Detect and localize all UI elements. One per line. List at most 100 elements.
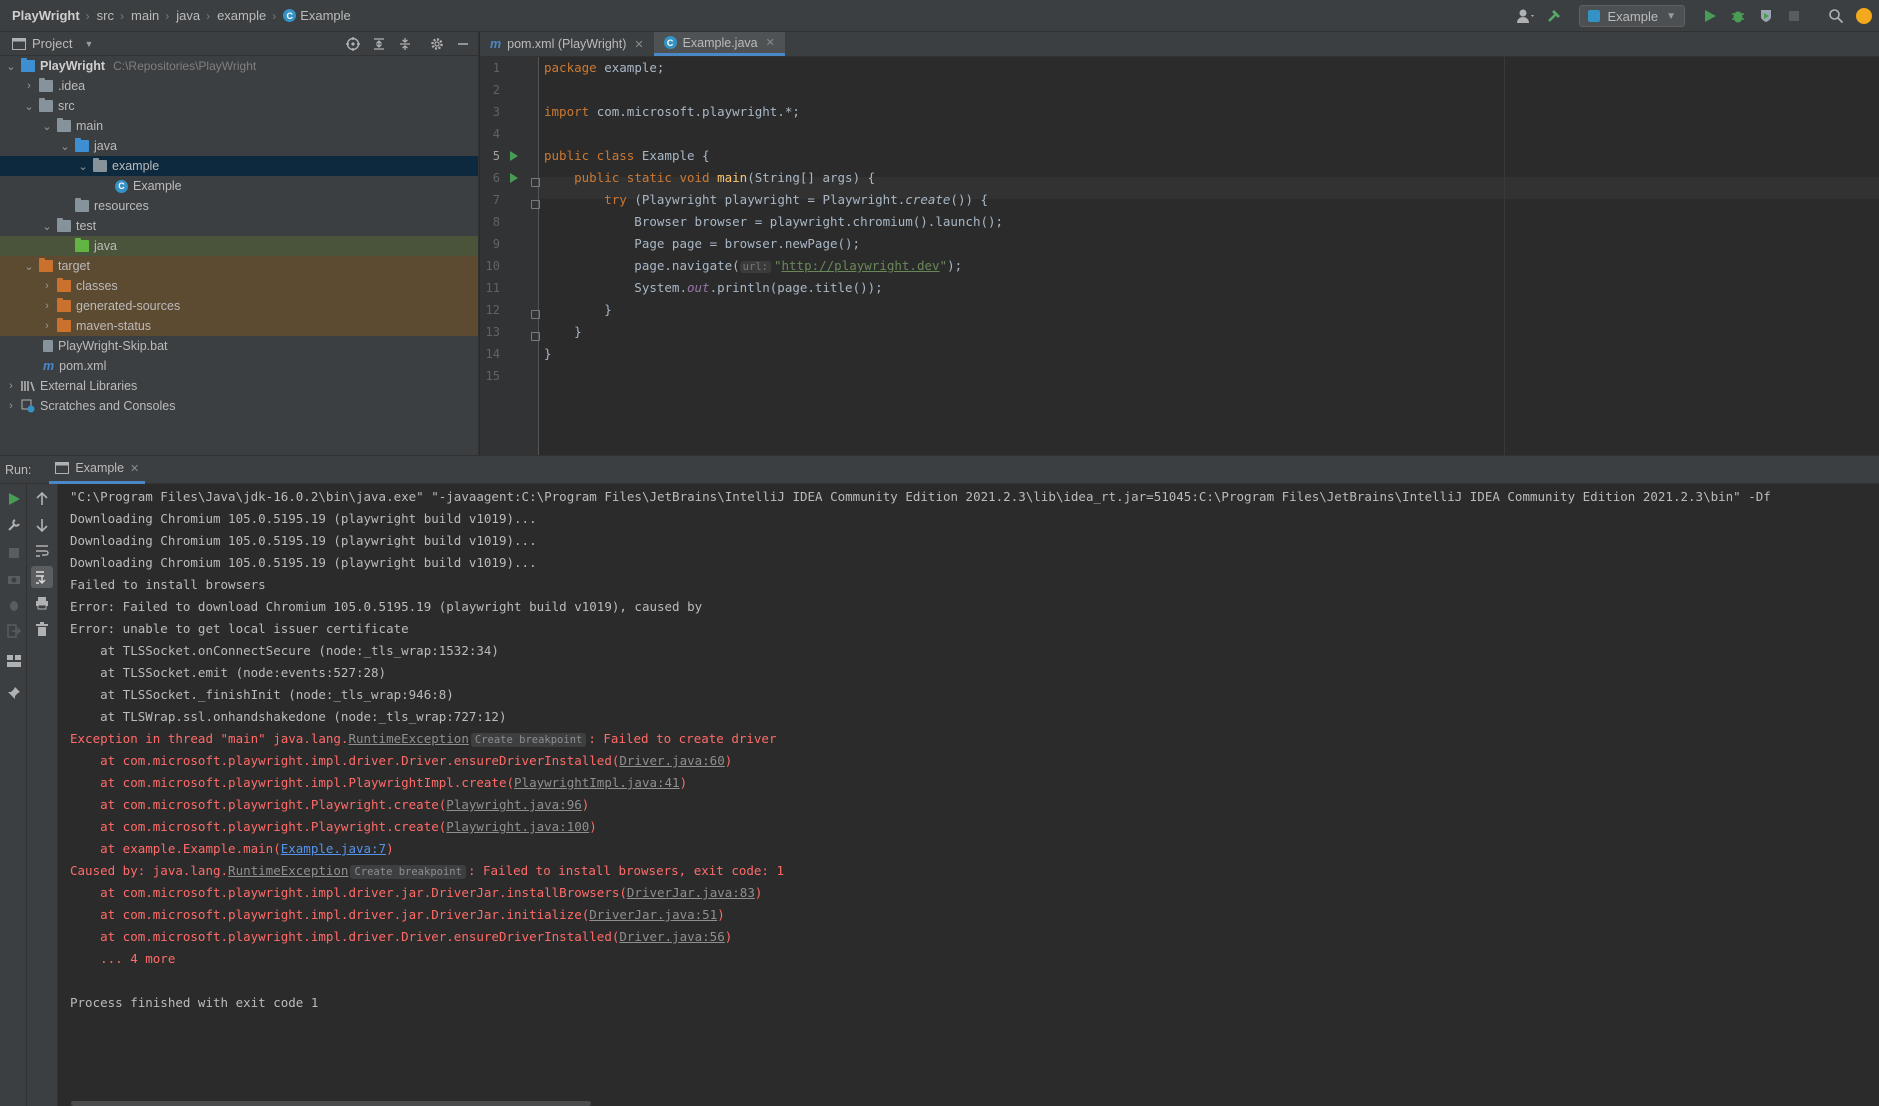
fold-marker-icon[interactable]: [531, 332, 540, 341]
user-icon[interactable]: [1515, 5, 1537, 27]
close-icon[interactable]: ✕: [130, 462, 139, 475]
expand-all-icon[interactable]: [370, 35, 388, 53]
breadcrumb-main[interactable]: main: [131, 8, 159, 23]
project-panel-title[interactable]: Project: [32, 36, 72, 51]
run-icon[interactable]: [1699, 5, 1721, 27]
source-link[interactable]: DriverJar.java:83: [627, 885, 755, 900]
rerun-icon[interactable]: [5, 490, 23, 508]
layout-icon[interactable]: [5, 652, 23, 670]
wrench-icon[interactable]: [5, 516, 23, 534]
chevron-right-icon[interactable]: ›: [40, 320, 54, 332]
tab-example-java[interactable]: C Example.java ✕: [653, 32, 785, 56]
ide-update-icon[interactable]: [1853, 5, 1875, 27]
chevron-down-icon[interactable]: ⌄: [22, 260, 36, 273]
source-link[interactable]: Driver.java:56: [619, 929, 724, 944]
chevron-down-icon[interactable]: ▼: [84, 39, 93, 49]
select-opened-file-icon[interactable]: [344, 35, 362, 53]
soft-wrap-icon[interactable]: [33, 542, 51, 560]
create-breakpoint-button[interactable]: Create breakpoint: [470, 733, 587, 747]
tree-item-bat-file[interactable]: PlayWright-Skip.bat: [0, 336, 478, 356]
create-breakpoint-button[interactable]: Create breakpoint: [350, 865, 466, 879]
search-everywhere-icon[interactable]: [1825, 5, 1847, 27]
tree-item-test[interactable]: ⌄ test: [0, 216, 478, 236]
tree-item-main[interactable]: ⌄ main: [0, 116, 478, 136]
breadcrumb-project[interactable]: PlayWright: [12, 8, 80, 23]
chevron-down-icon[interactable]: ⌄: [40, 120, 54, 133]
chevron-down-icon[interactable]: ⌄: [4, 60, 18, 73]
source-link[interactable]: Playwright.java:100: [446, 819, 589, 834]
source-link[interactable]: Playwright.java:96: [446, 797, 581, 812]
fold-marker-icon[interactable]: [531, 310, 540, 319]
run-main-gutter-icon[interactable]: [510, 173, 518, 183]
code-line: Browser browser = playwright.chromium().…: [544, 214, 1004, 229]
run-tab-example[interactable]: Example ✕: [49, 456, 146, 484]
camera-icon[interactable]: [5, 570, 23, 588]
fold-marker-icon[interactable]: [531, 200, 540, 209]
collapse-all-icon[interactable]: [396, 35, 414, 53]
chevron-right-icon[interactable]: ›: [40, 280, 54, 292]
exception-link[interactable]: RuntimeException: [348, 731, 468, 746]
close-icon[interactable]: ✕: [766, 36, 775, 49]
tree-item-idea[interactable]: › .idea: [0, 76, 478, 96]
code-string-url[interactable]: http://playwright.dev: [782, 258, 940, 273]
tree-item-classes[interactable]: › classes: [0, 276, 478, 296]
chevron-down-icon[interactable]: ⌄: [76, 160, 90, 173]
close-icon[interactable]: ✕: [634, 38, 643, 51]
source-link[interactable]: DriverJar.java:51: [589, 907, 717, 922]
tree-item-src[interactable]: ⌄ src: [0, 96, 478, 116]
horizontal-scrollbar[interactable]: [71, 1101, 591, 1106]
tree-item-pom[interactable]: m pom.xml: [0, 356, 478, 376]
scroll-to-end-icon[interactable]: [31, 566, 53, 588]
debug-icon[interactable]: [5, 596, 23, 614]
tree-item-resources[interactable]: resources: [0, 196, 478, 216]
breadcrumb-example-class[interactable]: Example: [300, 8, 351, 23]
exit-icon[interactable]: [5, 622, 23, 640]
breadcrumb-src[interactable]: src: [97, 8, 114, 23]
tree-item-java-test[interactable]: java: [0, 236, 478, 256]
code-area[interactable]: package example; import com.microsoft.pl…: [544, 57, 1879, 455]
build-hammer-icon[interactable]: [1543, 5, 1565, 27]
folder-icon: [39, 78, 53, 92]
chevron-down-icon[interactable]: ⌄: [40, 220, 54, 233]
hide-panel-icon[interactable]: [454, 35, 472, 53]
debug-icon[interactable]: [1727, 5, 1749, 27]
tree-item-generated-sources[interactable]: › generated-sources: [0, 296, 478, 316]
chevron-right-icon[interactable]: ›: [4, 400, 18, 412]
exception-link[interactable]: RuntimeException: [228, 863, 348, 878]
stop-icon[interactable]: [1783, 5, 1805, 27]
tree-item-java-source[interactable]: ⌄ java: [0, 136, 478, 156]
error-text: : Failed to create driver: [588, 731, 777, 746]
gear-icon[interactable]: [428, 35, 446, 53]
breadcrumb-java[interactable]: java: [176, 8, 200, 23]
pin-icon[interactable]: [5, 684, 23, 702]
tab-pom-xml[interactable]: m pom.xml (PlayWright) ✕: [480, 32, 654, 56]
source-link[interactable]: PlaywrightImpl.java:41: [514, 775, 680, 790]
tree-item-example-package[interactable]: ⌄ example: [0, 156, 478, 176]
console-output[interactable]: "C:\Program Files\Java\jdk-16.0.2\bin\ja…: [59, 484, 1879, 1106]
tree-item-playwright[interactable]: ⌄ PlayWright C:\Repositories\PlayWright: [0, 56, 478, 76]
fold-marker-icon[interactable]: [531, 178, 540, 187]
chevron-right-icon[interactable]: ›: [4, 380, 18, 392]
line-number: 13: [485, 325, 500, 339]
run-configuration-selector[interactable]: Example ▼: [1578, 5, 1685, 27]
chevron-right-icon[interactable]: ›: [22, 80, 36, 92]
breadcrumb-example-package[interactable]: example: [217, 8, 266, 23]
trash-icon[interactable]: [33, 620, 51, 638]
tree-item-maven-status[interactable]: › maven-status: [0, 316, 478, 336]
run-with-coverage-icon[interactable]: [1755, 5, 1777, 27]
tree-item-example-class[interactable]: C Example: [0, 176, 478, 196]
chevron-down-icon[interactable]: ⌄: [22, 100, 36, 113]
tree-item-external-libraries[interactable]: › External Libraries: [0, 376, 478, 396]
arrow-up-icon[interactable]: [33, 490, 51, 508]
chevron-right-icon[interactable]: ›: [40, 300, 54, 312]
arrow-down-icon[interactable]: [33, 516, 51, 534]
chevron-down-icon[interactable]: ⌄: [58, 140, 72, 153]
stop-icon[interactable]: [5, 544, 23, 562]
parameter-hint: url:: [739, 261, 771, 273]
source-link[interactable]: Example.java:7: [281, 841, 386, 856]
print-icon[interactable]: [33, 594, 51, 612]
tree-item-target[interactable]: ⌄ target: [0, 256, 478, 276]
source-link[interactable]: Driver.java:60: [619, 753, 724, 768]
tree-item-scratches[interactable]: › Scratches and Consoles: [0, 396, 478, 416]
run-class-gutter-icon[interactable]: [510, 151, 518, 161]
